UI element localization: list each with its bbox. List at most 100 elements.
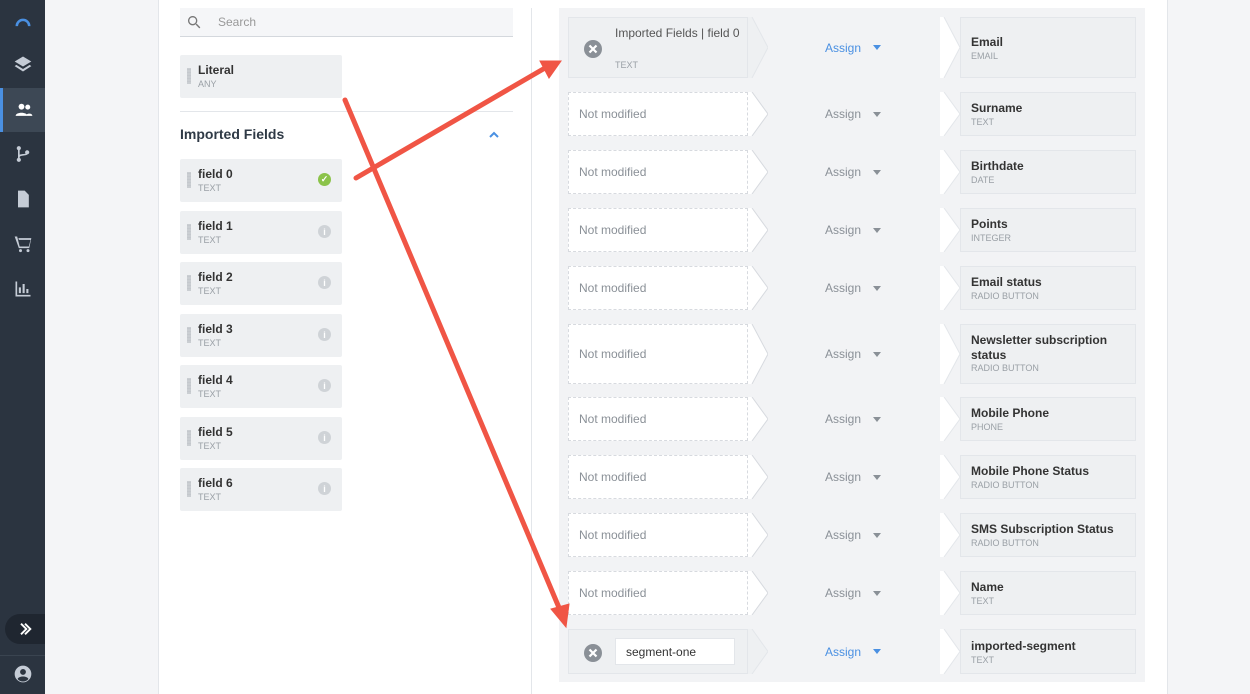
- not-modified-label: Not modified: [579, 347, 647, 361]
- destination-type: RADIO BUTTON: [971, 538, 1039, 548]
- caret-down-icon: [873, 111, 882, 117]
- drag-handle-icon[interactable]: [187, 172, 191, 188]
- info-icon[interactable]: i: [318, 379, 331, 392]
- assign-dropdown[interactable]: Assign: [748, 397, 958, 441]
- not-modified-label: Not modified: [579, 165, 647, 179]
- destination-name: Birthdate: [971, 159, 1024, 173]
- source-slot[interactable]: Not modified: [568, 324, 748, 384]
- imported-fields-title: Imported Fields: [180, 126, 285, 142]
- nav-documents[interactable]: [0, 177, 45, 221]
- destination-type: TEXT: [971, 117, 995, 127]
- destination-name: SMS Subscription Status: [971, 522, 1114, 536]
- source-slot[interactable]: Not modified: [568, 455, 748, 499]
- imported-field-card[interactable]: field 0 TEXT ✓: [180, 159, 342, 202]
- nav-dashboard[interactable]: [0, 0, 45, 44]
- source-slot[interactable]: Imported Fields | field 0 TEXT: [568, 17, 748, 78]
- destination-name: Email: [971, 35, 1004, 49]
- destination-name: Surname: [971, 101, 1023, 115]
- assign-dropdown[interactable]: Assign: [748, 17, 958, 78]
- caret-down-icon: [873, 351, 882, 357]
- assign-dropdown[interactable]: Assign: [748, 629, 958, 674]
- assign-dropdown[interactable]: Assign: [748, 266, 958, 310]
- nav-layers[interactable]: [0, 42, 45, 86]
- remove-mapping-button[interactable]: [584, 40, 602, 58]
- field-type: TEXT: [198, 492, 222, 502]
- chevron-separator: [940, 17, 960, 78]
- source-slot[interactable]: Not modified: [568, 513, 748, 557]
- chevron-separator: [940, 208, 960, 252]
- literal-field-card[interactable]: Literal ANY: [180, 55, 342, 98]
- info-icon[interactable]: i: [318, 276, 331, 289]
- not-modified-label: Not modified: [579, 586, 647, 600]
- assign-dropdown[interactable]: Assign: [748, 455, 958, 499]
- imported-field-card[interactable]: field 3 TEXT i: [180, 314, 342, 357]
- assign-dropdown[interactable]: Assign: [748, 208, 958, 252]
- nav-flow[interactable]: [0, 132, 45, 176]
- destination-field: Birthdate DATE: [960, 150, 1136, 194]
- field-name: field 3: [198, 322, 233, 336]
- assign-label: Assign: [824, 347, 862, 361]
- info-icon[interactable]: i: [318, 482, 331, 495]
- assign-dropdown[interactable]: Assign: [748, 571, 958, 615]
- destination-type: DATE: [971, 175, 995, 185]
- info-icon[interactable]: i: [318, 328, 331, 341]
- assign-dropdown[interactable]: Assign: [748, 92, 958, 136]
- drag-handle-icon[interactable]: [187, 275, 191, 291]
- caret-down-icon: [873, 169, 882, 175]
- source-slot[interactable]: Not modified: [568, 266, 748, 310]
- imported-field-card[interactable]: field 2 TEXT i: [180, 262, 342, 305]
- mapping-row: Not modified Assign Newsletter subscriptio…: [568, 324, 1136, 384]
- destination-field: imported-segment TEXT: [960, 629, 1136, 674]
- collapse-section-button[interactable]: [488, 128, 500, 140]
- assign-dropdown[interactable]: Assign: [748, 513, 958, 557]
- field-name: field 6: [198, 476, 233, 490]
- left-nav: [0, 0, 45, 694]
- destination-type: TEXT: [971, 596, 995, 606]
- caret-down-icon: [873, 649, 882, 654]
- not-modified-label: Not modified: [579, 412, 647, 426]
- search-input[interactable]: [218, 15, 498, 29]
- mapping-row: Not modified Assign Birthdate DATE: [568, 150, 1136, 194]
- drag-handle-icon[interactable]: [187, 68, 191, 84]
- chevron-separator: [940, 397, 960, 441]
- nav-contacts[interactable]: [0, 88, 45, 132]
- drag-handle-icon[interactable]: [187, 481, 191, 497]
- nav-profile[interactable]: [0, 652, 45, 694]
- imported-field-card[interactable]: field 4 TEXT i: [180, 365, 342, 408]
- user-avatar-icon: [14, 665, 31, 683]
- not-modified-label: Not modified: [579, 528, 647, 542]
- nav-analytics[interactable]: [0, 267, 45, 311]
- drag-handle-icon[interactable]: [187, 327, 191, 343]
- imported-field-card[interactable]: field 1 TEXT i: [180, 211, 342, 254]
- drag-handle-icon[interactable]: [187, 430, 191, 446]
- chevron-separator: [940, 629, 960, 674]
- caret-down-icon: [873, 532, 882, 538]
- assign-dropdown[interactable]: Assign: [748, 150, 958, 194]
- source-slot[interactable]: [568, 629, 748, 674]
- imported-field-card[interactable]: field 6 TEXT i: [180, 468, 342, 511]
- assign-label: Assign: [824, 107, 862, 121]
- remove-mapping-button[interactable]: [584, 644, 602, 662]
- source-slot[interactable]: Not modified: [568, 571, 748, 615]
- info-icon[interactable]: i: [318, 225, 331, 238]
- source-slot[interactable]: Not modified: [568, 397, 748, 441]
- imported-field-card[interactable]: field 5 TEXT i: [180, 417, 342, 460]
- search-box[interactable]: [180, 8, 513, 37]
- source-slot[interactable]: Not modified: [568, 92, 748, 136]
- not-modified-label: Not modified: [579, 223, 647, 237]
- destination-field: Mobile Phone Status RADIO BUTTON: [960, 455, 1136, 499]
- assign-dropdown[interactable]: Assign: [748, 324, 958, 384]
- literal-value-input[interactable]: [615, 638, 735, 665]
- nav-commerce[interactable]: [0, 222, 45, 266]
- chevron-separator: [940, 150, 960, 194]
- source-slot[interactable]: Not modified: [568, 150, 748, 194]
- expand-nav-button[interactable]: [5, 614, 45, 644]
- mapping-row: Not modified Assign SMS Subscription Statu…: [568, 513, 1136, 557]
- caret-down-icon: [873, 416, 882, 422]
- drag-handle-icon[interactable]: [187, 224, 191, 240]
- info-icon[interactable]: i: [318, 431, 331, 444]
- drag-handle-icon[interactable]: [187, 378, 191, 394]
- source-slot[interactable]: Not modified: [568, 208, 748, 252]
- mapping-row: Not modified Assign Surname TEXT: [568, 92, 1136, 136]
- mapping-row: Not modified Assign Mobile Phone Status RAD…: [568, 455, 1136, 499]
